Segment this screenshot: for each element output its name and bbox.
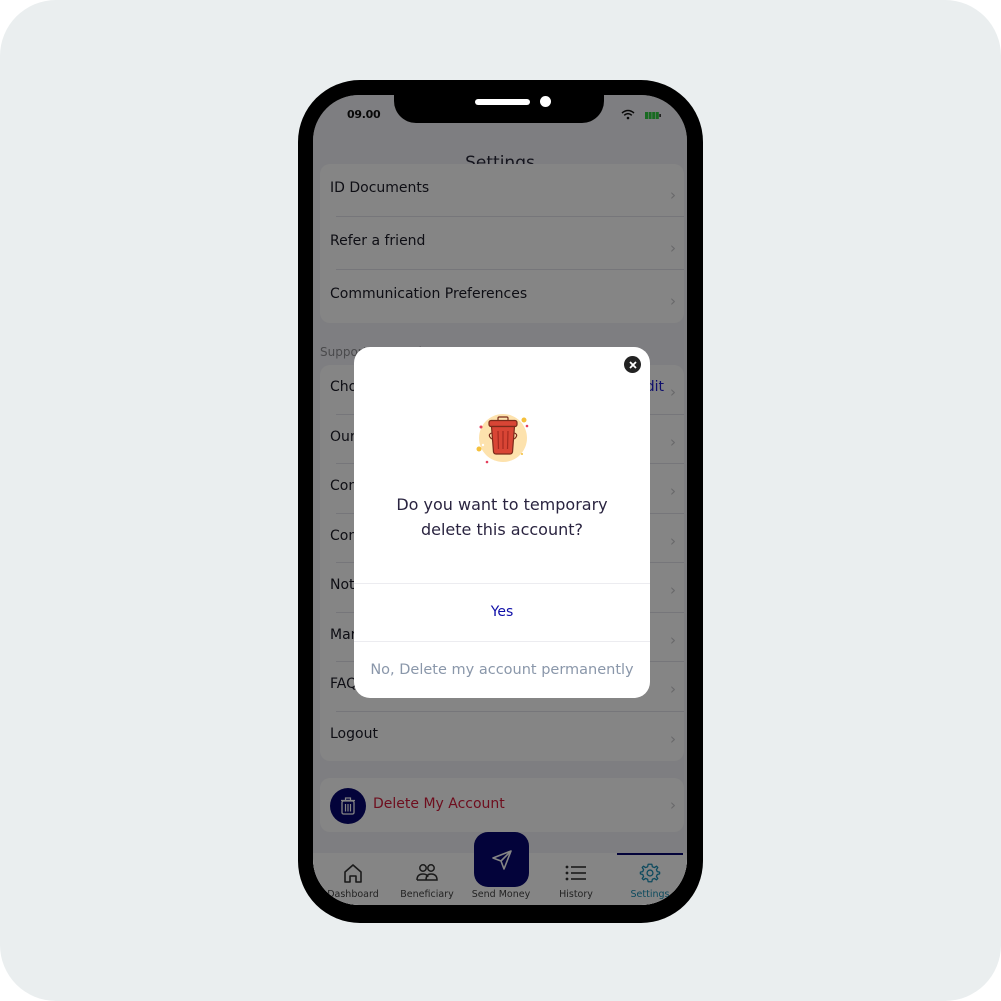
yes-button[interactable]: Yes — [354, 584, 650, 641]
speaker — [475, 99, 530, 105]
delete-account-dialog: Do you want to temporary delete this acc… — [354, 347, 650, 698]
trash-bin-icon — [476, 414, 529, 464]
close-button[interactable] — [624, 356, 641, 373]
close-icon — [628, 360, 637, 369]
phone-screen: 09.00 Settings ID Documents › Refer a fr… — [313, 95, 687, 905]
dialog-question: Do you want to temporary delete this acc… — [396, 495, 608, 539]
phone-frame: 09.00 Settings ID Documents › Refer a fr… — [298, 80, 703, 923]
notch — [394, 95, 604, 123]
camera — [540, 96, 551, 107]
delete-permanently-button[interactable]: No, Delete my account permanently — [354, 642, 650, 698]
